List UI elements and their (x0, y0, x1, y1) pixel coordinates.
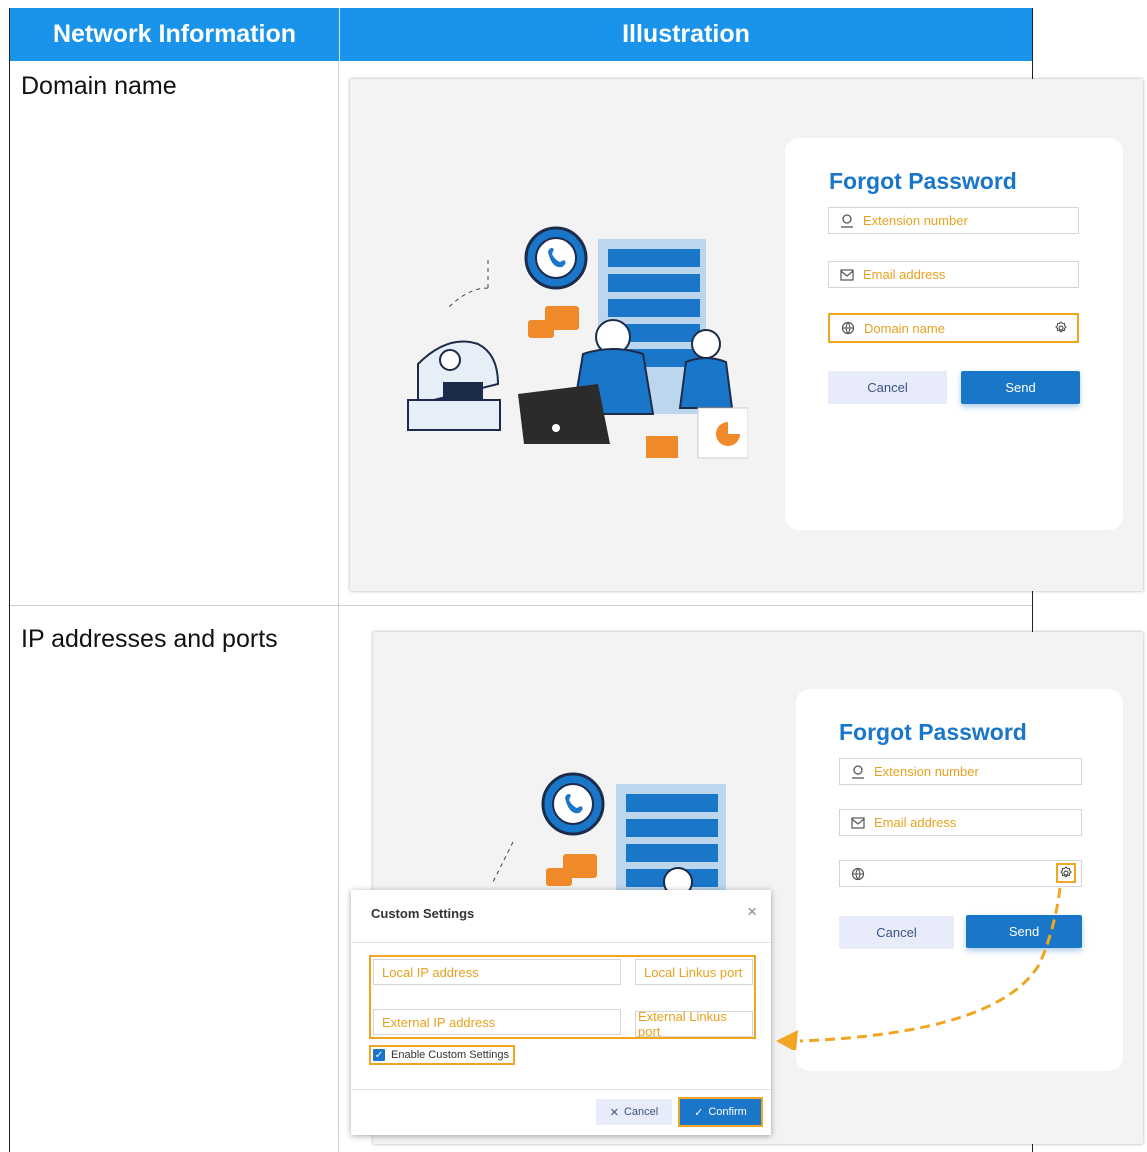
forgot-password-title: Forgot Password (839, 719, 1027, 745)
dialog-divider (351, 942, 771, 943)
check-icon: ✓ (694, 1106, 704, 1119)
row-label-ip-ports: IP addresses and ports (21, 625, 278, 653)
checkbox-label: Enable Custom Settings (391, 1049, 510, 1061)
column-divider (338, 61, 339, 1152)
domain-name-field[interactable]: Domain name (828, 313, 1079, 343)
dashed-arrow (776, 887, 1062, 1050)
dialog-title: Custom Settings (371, 906, 475, 921)
forgot-password-title: Forgot Password (829, 168, 1017, 194)
extension-number-field[interactable]: Extension number (839, 758, 1082, 785)
screenshot-domain-name: Forgot Password Extension number Email a… (350, 79, 1143, 591)
close-icon[interactable]: × (747, 902, 757, 922)
email-address-placeholder: Email address (874, 815, 957, 830)
dialog-footer-divider (351, 1089, 771, 1090)
send-button[interactable]: Send (961, 371, 1080, 404)
mail-icon (839, 267, 855, 283)
dialog-cancel-label: Cancel (623, 1106, 659, 1118)
gear-icon[interactable] (1053, 320, 1069, 336)
header-network-information: Network Information (52, 20, 297, 48)
globe-icon (840, 320, 856, 336)
dialog-cancel-button[interactable]: ✕ Cancel (596, 1099, 672, 1125)
local-linkus-port-field[interactable]: Local Linkus port (635, 959, 753, 985)
forgot-password-card: Forgot Password Extension number Email a… (785, 138, 1123, 530)
row-divider (10, 605, 1032, 606)
external-ip-field[interactable]: External IP address (373, 1009, 621, 1035)
user-icon (850, 764, 866, 780)
email-address-placeholder: Email address (863, 267, 946, 282)
table-header: Network Information Illustration (10, 8, 1032, 61)
header-illustration: Illustration (339, 8, 1032, 61)
network-fields-group: Local IP address Local Linkus port Exter… (369, 955, 756, 1039)
extension-number-field[interactable]: Extension number (828, 207, 1079, 234)
row-label-domain-name: Domain name (21, 72, 177, 100)
enable-custom-settings-checkbox[interactable]: ✓ Enable Custom Settings (369, 1045, 516, 1065)
dialog-confirm-button[interactable]: ✓ Confirm (678, 1097, 763, 1127)
domain-name-placeholder: Domain name (864, 320, 945, 336)
email-address-field[interactable]: Email address (839, 809, 1082, 836)
user-icon (839, 213, 855, 229)
support-illustration (492, 772, 726, 902)
close-icon: ✕ (609, 1106, 619, 1119)
dialog-confirm-label: Confirm (708, 1106, 747, 1118)
external-linkus-port-field[interactable]: External Linkus port (635, 1009, 753, 1039)
extension-number-placeholder: Extension number (863, 213, 968, 228)
local-ip-field[interactable]: Local IP address (373, 959, 621, 985)
check-icon: ✓ (373, 1049, 385, 1061)
mail-icon (850, 815, 866, 831)
support-illustration (407, 226, 748, 459)
email-address-field[interactable]: Email address (828, 261, 1079, 288)
cancel-button[interactable]: Cancel (828, 371, 947, 404)
extension-number-placeholder: Extension number (874, 764, 979, 779)
custom-settings-dialog: Custom Settings × Local IP address Local… (351, 890, 771, 1135)
